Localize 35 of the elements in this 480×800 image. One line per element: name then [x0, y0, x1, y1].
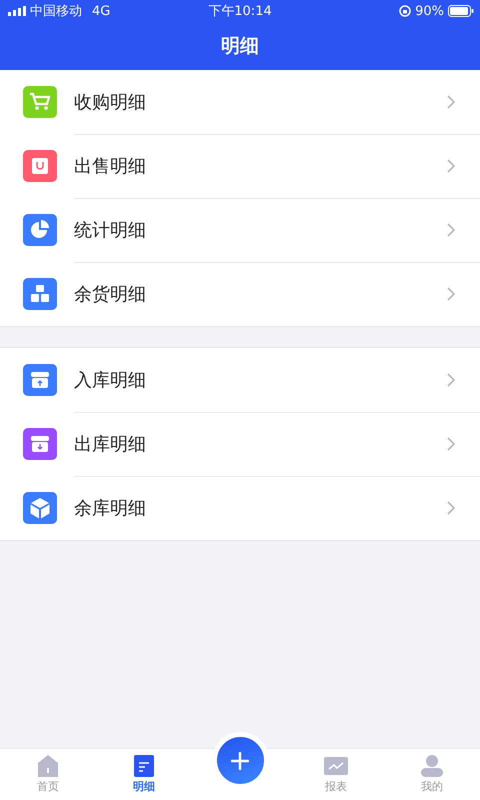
- chevron-right-icon: [447, 287, 455, 301]
- chevron-right-icon: [447, 222, 455, 236]
- chevron-right-icon: [447, 94, 455, 108]
- tab-item[interactable]: 明细: [96, 748, 192, 800]
- menu-item[interactable]: 收购明细: [0, 70, 480, 134]
- battery-icon: [448, 5, 474, 17]
- signal-icon: [8, 6, 26, 16]
- menu-label: 出库明细: [74, 432, 146, 456]
- menu-label: 余库明细: [74, 497, 146, 520]
- document-icon: [132, 754, 156, 776]
- menu-label: 统计明细: [74, 218, 146, 242]
- menu-item[interactable]: 出售明细: [0, 134, 480, 198]
- menu-item[interactable]: 统计明细: [0, 198, 480, 262]
- chevron-right-icon: [447, 436, 455, 450]
- plus-icon: [231, 752, 249, 770]
- chevron-right-icon: [447, 501, 455, 515]
- chevron-right-icon: [447, 158, 455, 172]
- home-icon: [36, 754, 60, 776]
- menu-item[interactable]: 出库明细: [0, 412, 480, 476]
- rotation-lock-icon: [399, 5, 412, 17]
- menu-label: 余货明细: [74, 283, 146, 306]
- menu-label: 入库明细: [74, 368, 146, 392]
- chevron-right-icon: [447, 372, 455, 386]
- network-type: 4G: [92, 4, 110, 18]
- battery-percent: 90%: [415, 4, 444, 18]
- menu-item[interactable]: 入库明细: [0, 348, 480, 412]
- menu-item[interactable]: 余货明细: [0, 262, 480, 326]
- clock-time: 下午10:14: [208, 3, 272, 20]
- person-icon: [420, 754, 444, 776]
- menu-label: 收购明细: [74, 90, 146, 114]
- carrier-name: 中国移动: [30, 3, 82, 20]
- menu-item[interactable]: 余库明细: [0, 476, 480, 540]
- chart-icon: [324, 754, 348, 776]
- menu-label: 出售明细: [74, 154, 146, 178]
- page-title: 明细: [221, 34, 259, 59]
